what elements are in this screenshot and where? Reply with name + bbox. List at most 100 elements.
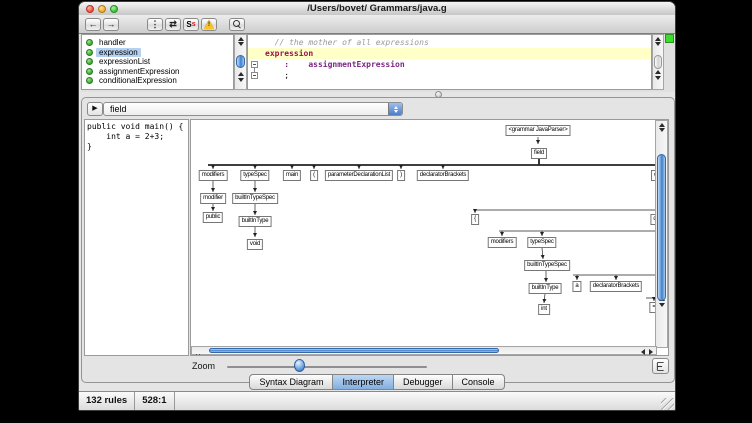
find-button[interactable] — [229, 18, 245, 31]
tree-node[interactable]: builtInTypeSpec — [232, 193, 278, 204]
parse-tree-panel: <grammar JavaParser> field modifiers typeSp… — [190, 119, 669, 356]
rule-label: handler — [96, 38, 129, 47]
start-rule-select[interactable]: field — [103, 102, 403, 116]
editor-scrollbar[interactable] — [652, 34, 664, 90]
editor-line: expression — [248, 48, 651, 59]
back-icon: ← — [89, 19, 98, 29]
tab-interpreter[interactable]: Interpreter — [333, 374, 394, 390]
play-icon: ▶ — [92, 105, 97, 112]
rule-icon — [86, 49, 93, 56]
rule-item[interactable]: expression — [82, 48, 233, 58]
window-controls — [86, 5, 118, 13]
grammar-ok-indicator — [665, 34, 674, 43]
tree-node[interactable]: { — [471, 214, 479, 225]
tree-node[interactable]: field — [531, 148, 547, 159]
zoom-label: Zoom — [192, 361, 215, 371]
tree-node[interactable]: builtInType — [529, 283, 562, 294]
status-cell: 132 rules — [79, 392, 135, 411]
start-rule-value: field — [110, 104, 127, 114]
sync-icon: ⇄ — [169, 19, 177, 30]
search-icon — [233, 20, 242, 29]
tree-node[interactable]: declaratorBrackets — [417, 170, 469, 181]
rule-item[interactable]: handler — [82, 38, 233, 48]
tree-node[interactable]: a — [572, 281, 581, 292]
status-bar: 132 rules528:1 — [79, 391, 675, 411]
rule-label: expressionList — [96, 57, 153, 66]
tree-node[interactable]: modifier — [200, 193, 226, 204]
rule-item[interactable]: expressionList — [82, 57, 233, 67]
status-cell: 528:1 — [135, 392, 174, 411]
tab-console[interactable]: Console — [453, 374, 505, 390]
rule-icon — [86, 58, 93, 65]
tree-node[interactable]: <grammar JavaParser> — [505, 125, 570, 136]
tree-node[interactable]: typeSpec — [240, 170, 269, 181]
tree-node[interactable]: declaratorBrackets — [590, 281, 642, 292]
zoom-slider-thumb[interactable] — [294, 359, 305, 372]
rule-label: conditionalExpression — [96, 76, 180, 85]
tree-node[interactable]: parameterDeclarationList — [325, 170, 393, 181]
warning-icon: ! — [204, 20, 215, 29]
interpreter-panel: ▶ field public void main() { int a = 2+3… — [81, 97, 675, 383]
rule-list-scrollbar[interactable] — [234, 34, 247, 90]
fold-toggle-icon[interactable] — [251, 72, 258, 79]
test-input-area[interactable]: public void main() { int a = 2+3; } — [84, 119, 189, 356]
parse-tree-canvas: <grammar JavaParser> field modifiers typeSp… — [191, 120, 657, 348]
forward-icon: → — [107, 19, 116, 29]
rule-item[interactable]: conditionalExpression — [82, 76, 233, 86]
warnings-button[interactable]: ! — [201, 18, 217, 31]
rule-icon — [86, 68, 93, 75]
rule-item[interactable]: assignmentExpression — [82, 67, 233, 77]
scrollbar-thumb[interactable] — [236, 55, 245, 68]
minimize-button[interactable] — [98, 5, 106, 13]
fold-stem — [254, 68, 255, 72]
back-button[interactable]: ← — [85, 18, 101, 31]
zoom-button[interactable] — [110, 5, 118, 13]
editor-section: handlerexpressionexpressionListassignmen… — [81, 34, 675, 92]
tree-vertical-scrollbar[interactable] — [655, 120, 668, 348]
select-stepper-icon — [388, 103, 402, 115]
tree-node[interactable]: main — [283, 170, 301, 181]
scrollbar-thumb[interactable] — [654, 55, 662, 69]
tree-node[interactable]: modifiers — [199, 170, 228, 181]
rule-icon — [86, 39, 93, 46]
scrollbar-thumb[interactable] — [209, 348, 499, 353]
view-tabs: Syntax DiagramInterpreterDebuggerConsole — [79, 374, 675, 390]
sort-icon: ⋮ — [151, 19, 160, 30]
tree-node[interactable]: ) — [397, 170, 405, 181]
tree-node[interactable]: typeSpec — [527, 237, 556, 248]
grammar-editor[interactable]: // the mother of all expressionsexpressi… — [247, 34, 652, 90]
title-bar: /Users/bovet/ Grammars/java.g — [79, 2, 675, 16]
tree-node[interactable]: public — [203, 212, 223, 223]
syntax-coloring-button[interactable]: Ss — [183, 18, 199, 31]
fold-toggle-icon[interactable] — [251, 61, 258, 68]
run-button[interactable]: ▶ — [87, 102, 103, 116]
tree-node[interactable]: builtInTypeSpec — [524, 260, 570, 271]
window-title: /Users/bovet/ Grammars/java.g — [307, 3, 446, 14]
tree-layout-button[interactable] — [652, 358, 669, 374]
rule-label: assignmentExpression — [96, 67, 182, 76]
resize-grip-icon[interactable] — [661, 398, 674, 411]
editor-line: ; — [248, 70, 651, 81]
forward-button[interactable]: → — [103, 18, 119, 31]
editor-line: : assignmentExpression — [248, 59, 651, 70]
tab-syntax-diagram[interactable]: Syntax Diagram — [249, 374, 333, 390]
editor-line: // the mother of all expressions — [248, 37, 651, 48]
tree-node[interactable]: int — [538, 304, 550, 315]
parse-tree-edges — [191, 120, 657, 348]
sort-rules-button[interactable]: ⋮ — [147, 18, 163, 31]
close-button[interactable] — [86, 5, 94, 13]
app-window: /Users/bovet/ Grammars/java.g ← → ⋮ ⇄ Ss… — [78, 1, 676, 411]
tree-horizontal-scrollbar[interactable] — [191, 346, 657, 355]
zoom-slider[interactable] — [227, 366, 427, 368]
scrollbar-thumb[interactable] — [657, 154, 666, 301]
tree-node[interactable]: modifiers — [488, 237, 517, 248]
rule-label: expression — [96, 48, 141, 57]
toolbar: ← → ⋮ ⇄ Ss ! — [79, 15, 675, 34]
tree-layout-icon — [655, 361, 666, 372]
tab-debugger[interactable]: Debugger — [394, 374, 453, 390]
rule-icon — [86, 77, 93, 84]
sync-button[interactable]: ⇄ — [165, 18, 181, 31]
tree-node[interactable]: builtInType — [239, 216, 272, 227]
tree-node[interactable]: ( — [310, 170, 318, 181]
tree-node[interactable]: void — [247, 239, 263, 250]
